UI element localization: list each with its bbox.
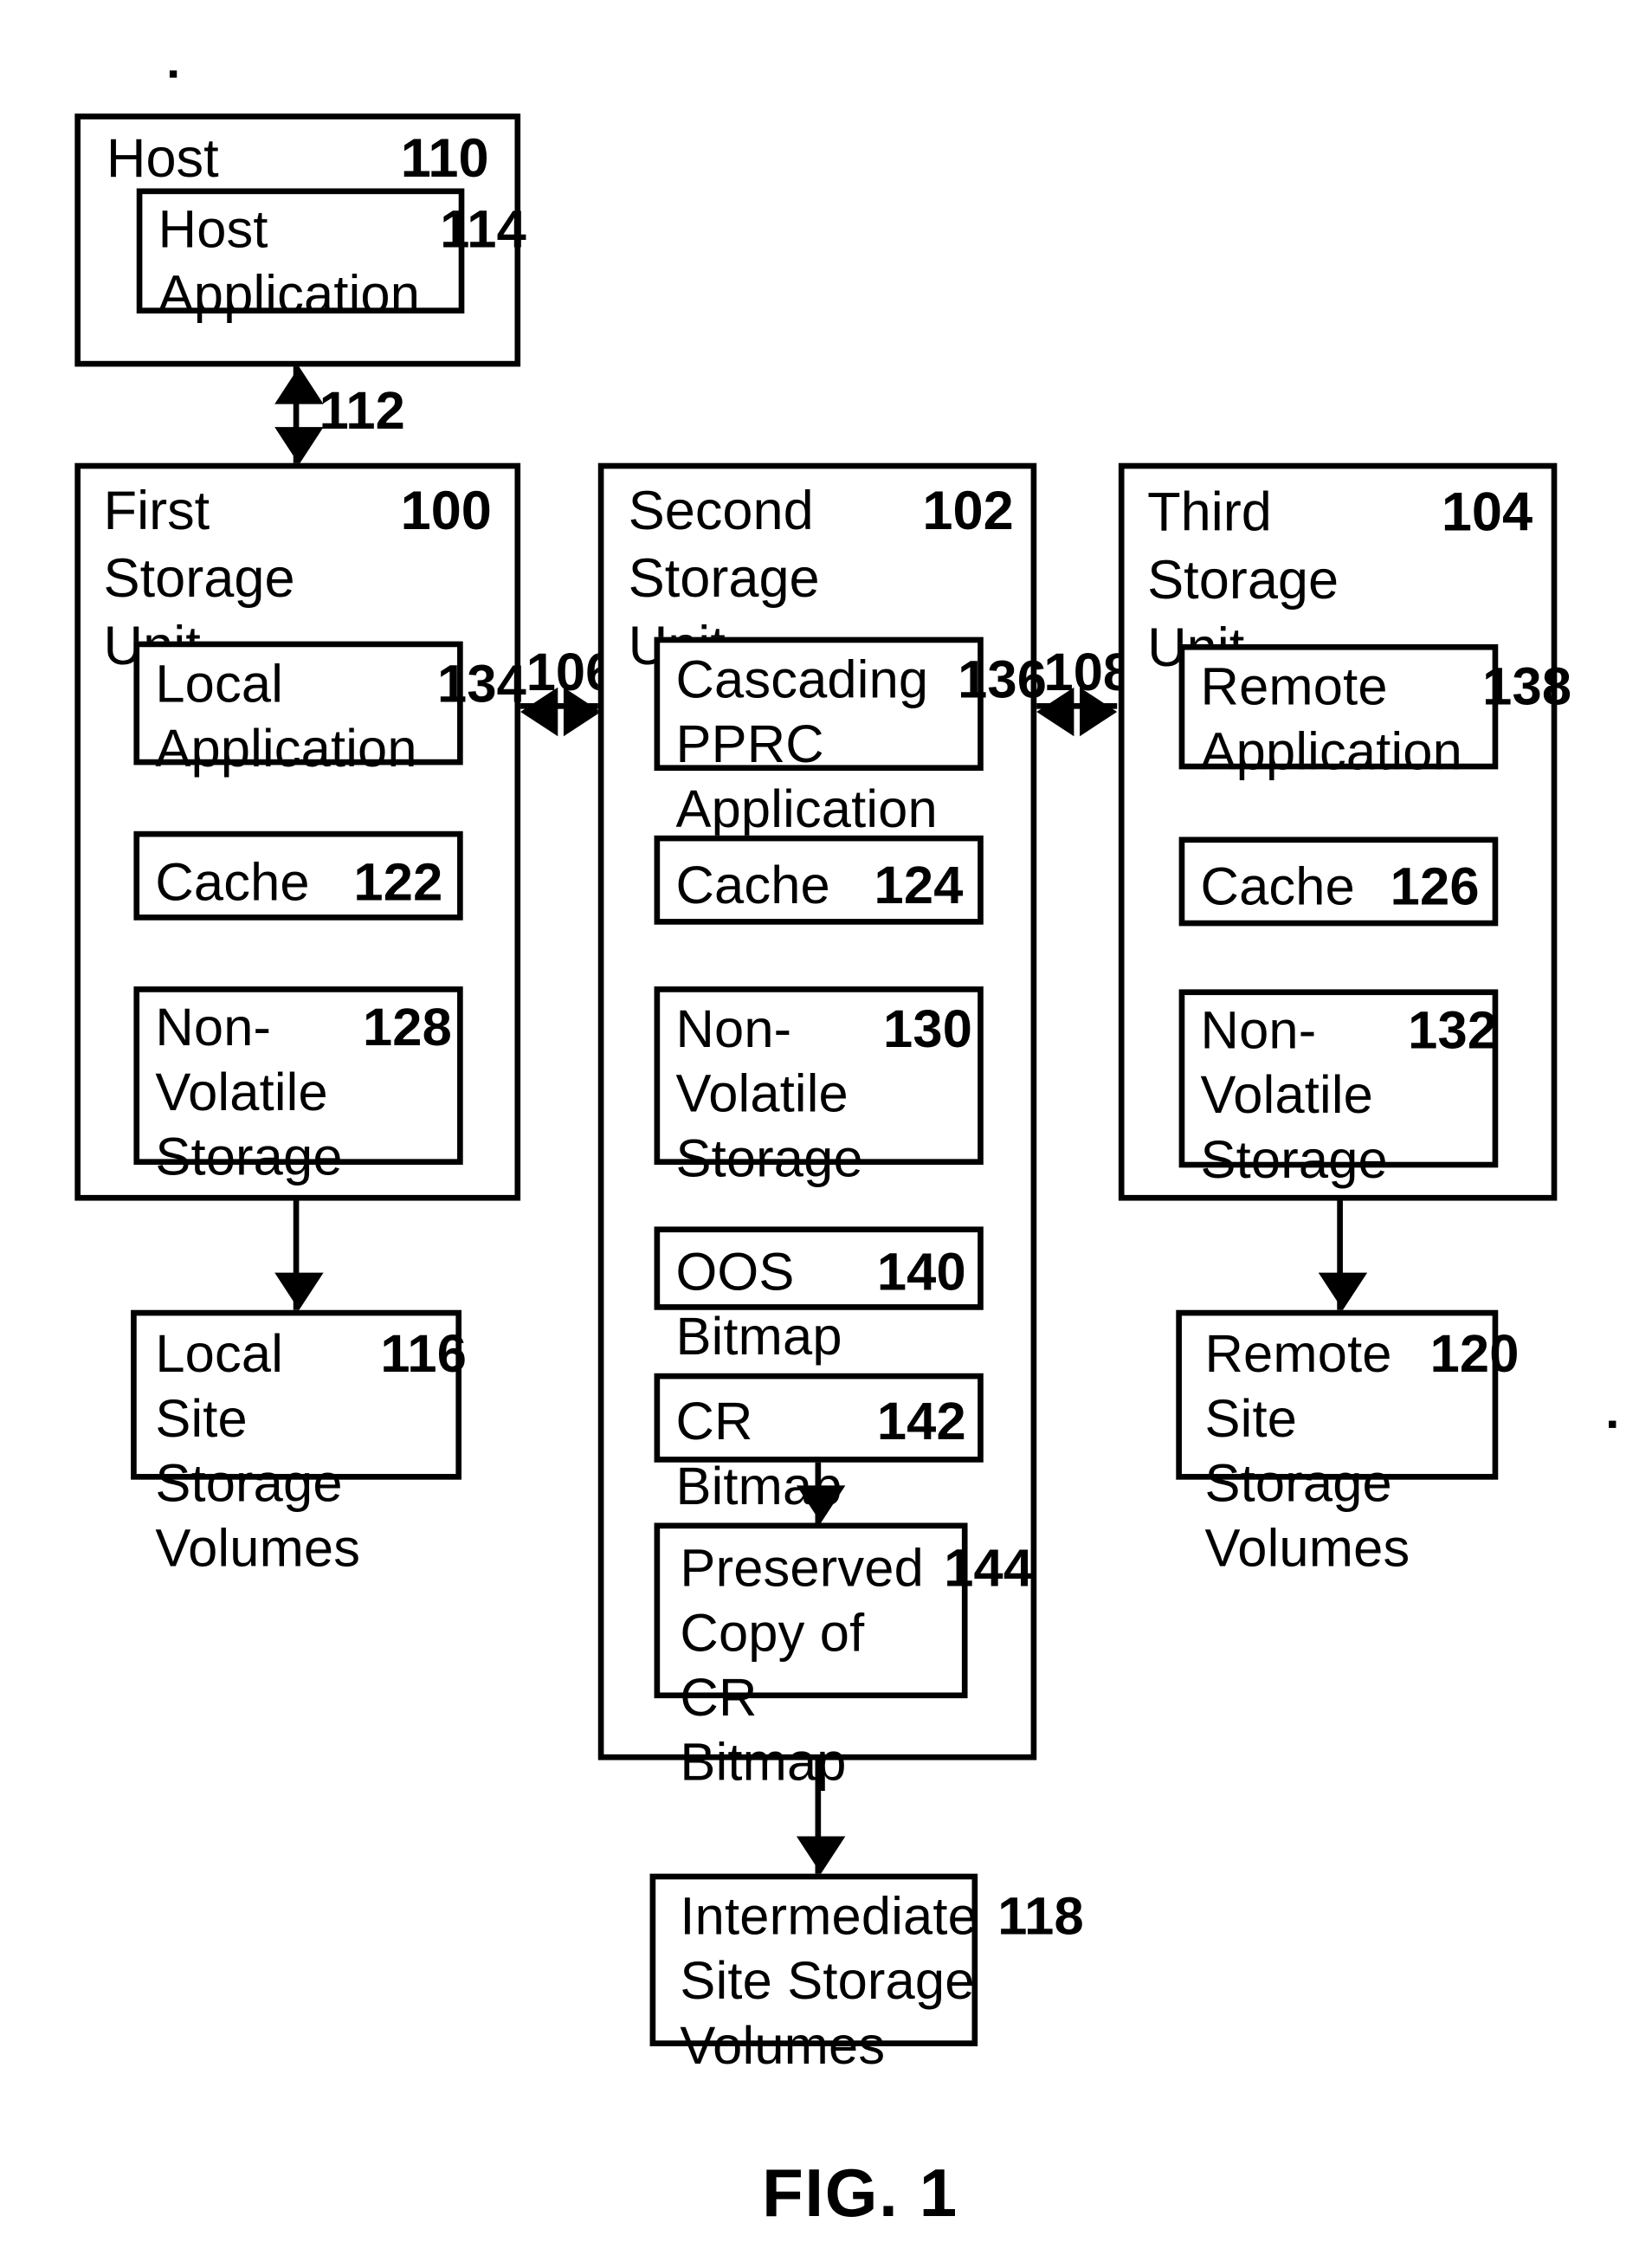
local-site-storage-volumes-ref-number: 116	[380, 1324, 468, 1384]
third-unit-nvs-label: Non- Volatile Storage	[1200, 1000, 1388, 1190]
remote-application-label-row: Remote Application 138	[1200, 655, 1572, 785]
third-unit-cache-label-row: Cache 126	[1201, 854, 1480, 919]
oos-bitmap-label: OOS Bitmap	[675, 1242, 842, 1367]
host-title: Host 110	[106, 126, 489, 194]
third-unit-cache-ref-number: 126	[1390, 856, 1480, 916]
second-unit-cache-label-row: Cache 124	[675, 853, 963, 918]
first-unit-to-local-volumes-arrow	[274, 1272, 324, 1310]
preserved-cr-bitmap-copy-ref-number: 144	[944, 1538, 1034, 1598]
local-application-label-row: Local Application 134	[155, 651, 526, 781]
figure-caption: FIG. 1	[762, 2154, 958, 2231]
local-site-storage-volumes-label-row: Local Site Storage Volumes 116	[155, 1321, 467, 1581]
connector-112-label: 112	[319, 381, 405, 441]
oos-bitmap-label-row: OOS Bitmap 140	[675, 1239, 965, 1369]
host-application-label: Host Application	[158, 199, 421, 324]
third-unit-cache-label: Cache	[1200, 856, 1355, 916]
oos-bitmap-ref-number: 140	[876, 1242, 966, 1302]
preserved-cr-bitmap-copy-label-row: Preserved Copy of CR Bitmap 144	[680, 1535, 1033, 1795]
first-unit-nvs-label: Non- Volatile Storage	[155, 998, 343, 1187]
second-unit-nvs-ref-number: 130	[883, 999, 973, 1059]
third-unit-nvs-ref-number: 132	[1408, 1000, 1498, 1060]
second-unit-cache-ref-number: 124	[874, 856, 964, 915]
local-application-ref-number: 134	[436, 654, 527, 714]
connector-112-arrow-up	[274, 366, 324, 404]
first-unit-nvs-label-row: Non- Volatile Storage 128	[155, 995, 451, 1190]
second-unit-cache-label: Cache	[675, 856, 830, 915]
first-storage-unit-ref-number: 100	[400, 481, 492, 543]
remote-application-label: Remote Application	[1200, 656, 1462, 781]
host-title-label: Host	[106, 129, 219, 191]
local-application-label: Local Application	[155, 654, 417, 779]
third-unit-nvs-label-row: Non- Volatile Storage 132	[1200, 998, 1497, 1192]
scan-artifact-speck	[169, 70, 177, 78]
host-application-ref-number: 114	[440, 199, 526, 259]
first-unit-cache-ref-number: 122	[353, 852, 443, 912]
remote-site-storage-volumes-label-row: Remote Site Storage Volumes 120	[1204, 1321, 1520, 1581]
second-storage-unit-ref-number: 102	[922, 481, 1014, 543]
cr-to-preserved-arrow	[796, 1485, 846, 1523]
second-unit-to-intermediate-volumes-arrow	[796, 1836, 846, 1874]
first-unit-cache-label-row: Cache 122	[155, 850, 442, 914]
intermediate-site-storage-volumes-label: Intermediate Site Storage Volumes	[680, 1886, 978, 2076]
local-site-storage-volumes-label: Local Site Storage Volumes	[155, 1324, 361, 1579]
cascading-pprc-application-label: Cascading PPRC Application	[675, 649, 938, 839]
host-ref-number: 110	[400, 129, 489, 191]
second-unit-nvs-label-row: Non- Volatile Storage 130	[675, 997, 971, 1192]
remote-application-ref-number: 138	[1482, 656, 1572, 716]
cascading-pprc-application-ref-number: 136	[958, 649, 1048, 709]
preserved-cr-bitmap-copy-label: Preserved Copy of CR Bitmap	[680, 1538, 924, 1793]
remote-site-storage-volumes-label: Remote Site Storage Volumes	[1204, 1324, 1410, 1579]
scan-artifact-speck-right	[1609, 1420, 1616, 1428]
intermediate-site-storage-volumes-label-row: Intermediate Site Storage Volumes 118	[680, 1884, 1083, 2078]
third-storage-unit-ref-number: 104	[1441, 482, 1533, 544]
second-unit-nvs-label: Non- Volatile Storage	[675, 999, 863, 1189]
remote-site-storage-volumes-ref-number: 120	[1429, 1324, 1520, 1384]
cr-bitmap-ref-number: 142	[876, 1392, 966, 1451]
intermediate-site-storage-volumes-ref-number: 118	[997, 1886, 1084, 1946]
host-application-label-row: Host Application 114	[158, 197, 526, 326]
patent-figure-page: Host 110 Host Application 114 112 First …	[0, 0, 1639, 2268]
cascading-pprc-application-label-row: Cascading PPRC Application 136	[675, 647, 1047, 842]
third-unit-to-remote-volumes-arrow	[1318, 1272, 1368, 1310]
first-unit-nvs-ref-number: 128	[362, 998, 452, 1057]
connector-112-arrow-down	[274, 427, 324, 465]
first-unit-cache-label: Cache	[155, 852, 310, 912]
